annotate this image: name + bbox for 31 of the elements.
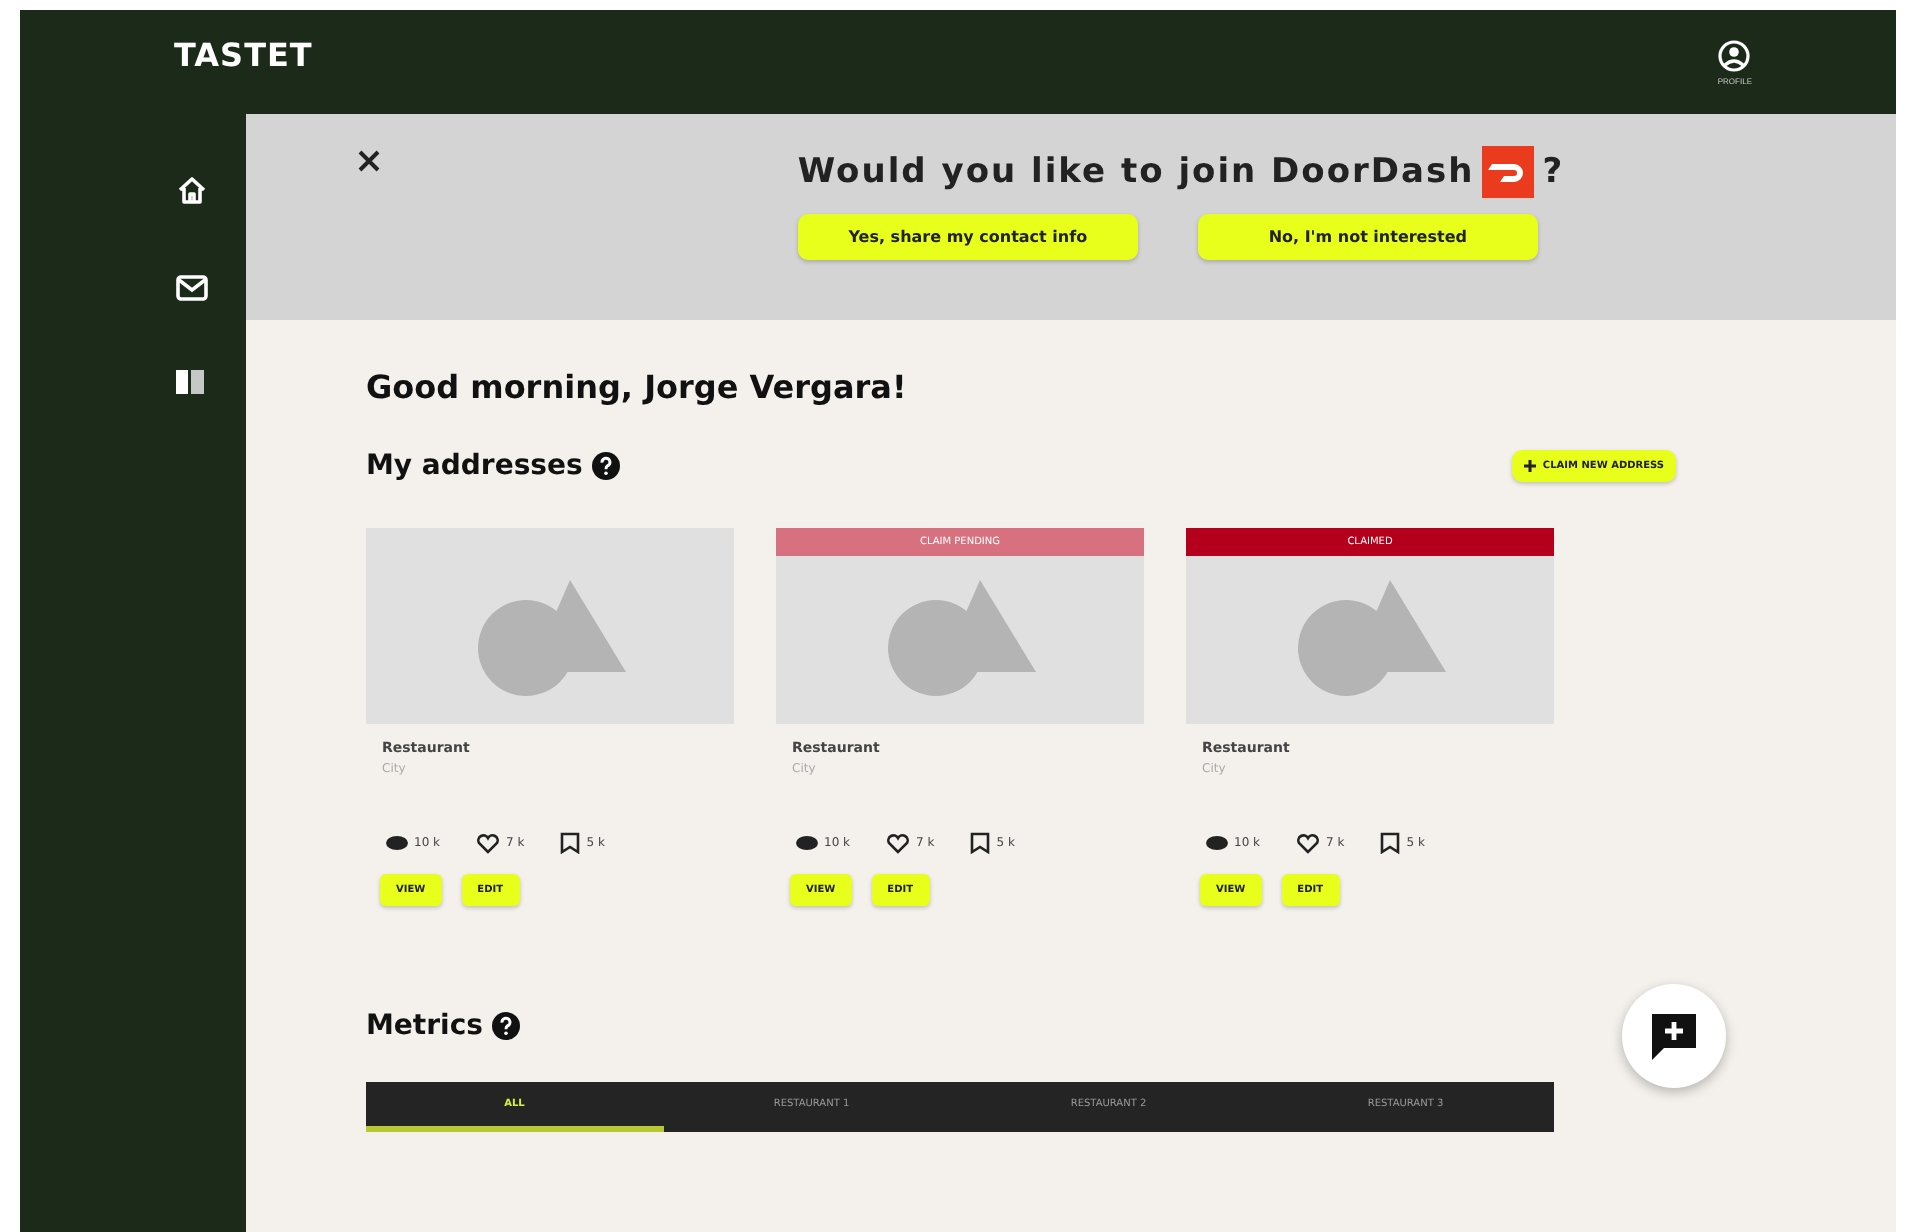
chat-plus-icon bbox=[1648, 1010, 1700, 1062]
heart-icon bbox=[1296, 833, 1321, 853]
close-button[interactable] bbox=[358, 150, 380, 172]
new-message-button[interactable] bbox=[1622, 984, 1726, 1088]
addresses-heading: My addresses bbox=[366, 450, 583, 482]
heart-icon bbox=[886, 833, 911, 853]
book-nav-button[interactable] bbox=[172, 366, 208, 398]
share-contact-button[interactable]: Yes, share my contact info bbox=[797, 214, 1138, 260]
decline-button[interactable]: No, I'm not interested bbox=[1197, 214, 1538, 260]
bookmark-icon bbox=[560, 832, 581, 854]
close-icon bbox=[358, 150, 380, 172]
help-icon[interactable] bbox=[592, 452, 621, 480]
home-icon bbox=[176, 174, 208, 206]
eye-icon bbox=[796, 836, 818, 850]
question-mark: ? bbox=[1542, 152, 1565, 192]
bookmark-icon bbox=[1380, 832, 1401, 854]
plus-icon bbox=[1524, 460, 1537, 472]
mail-nav-button[interactable] bbox=[172, 270, 212, 306]
eye-icon bbox=[386, 836, 408, 850]
help-icon[interactable] bbox=[492, 1012, 521, 1040]
metrics-heading: Metrics bbox=[366, 1010, 483, 1042]
heart-icon bbox=[476, 833, 501, 853]
book-icon bbox=[176, 370, 204, 394]
user-icon bbox=[1718, 39, 1751, 71]
join-question: Would you like to join DoorDash bbox=[797, 152, 1475, 192]
doordash-logo-icon bbox=[1482, 146, 1535, 198]
greeting-heading: Good morning, Jorge Vergara! bbox=[366, 368, 909, 406]
app-logo[interactable]: TASTET bbox=[174, 35, 313, 73]
mail-icon bbox=[176, 274, 208, 302]
eye-icon bbox=[1206, 836, 1228, 850]
bookmark-icon bbox=[970, 832, 991, 854]
